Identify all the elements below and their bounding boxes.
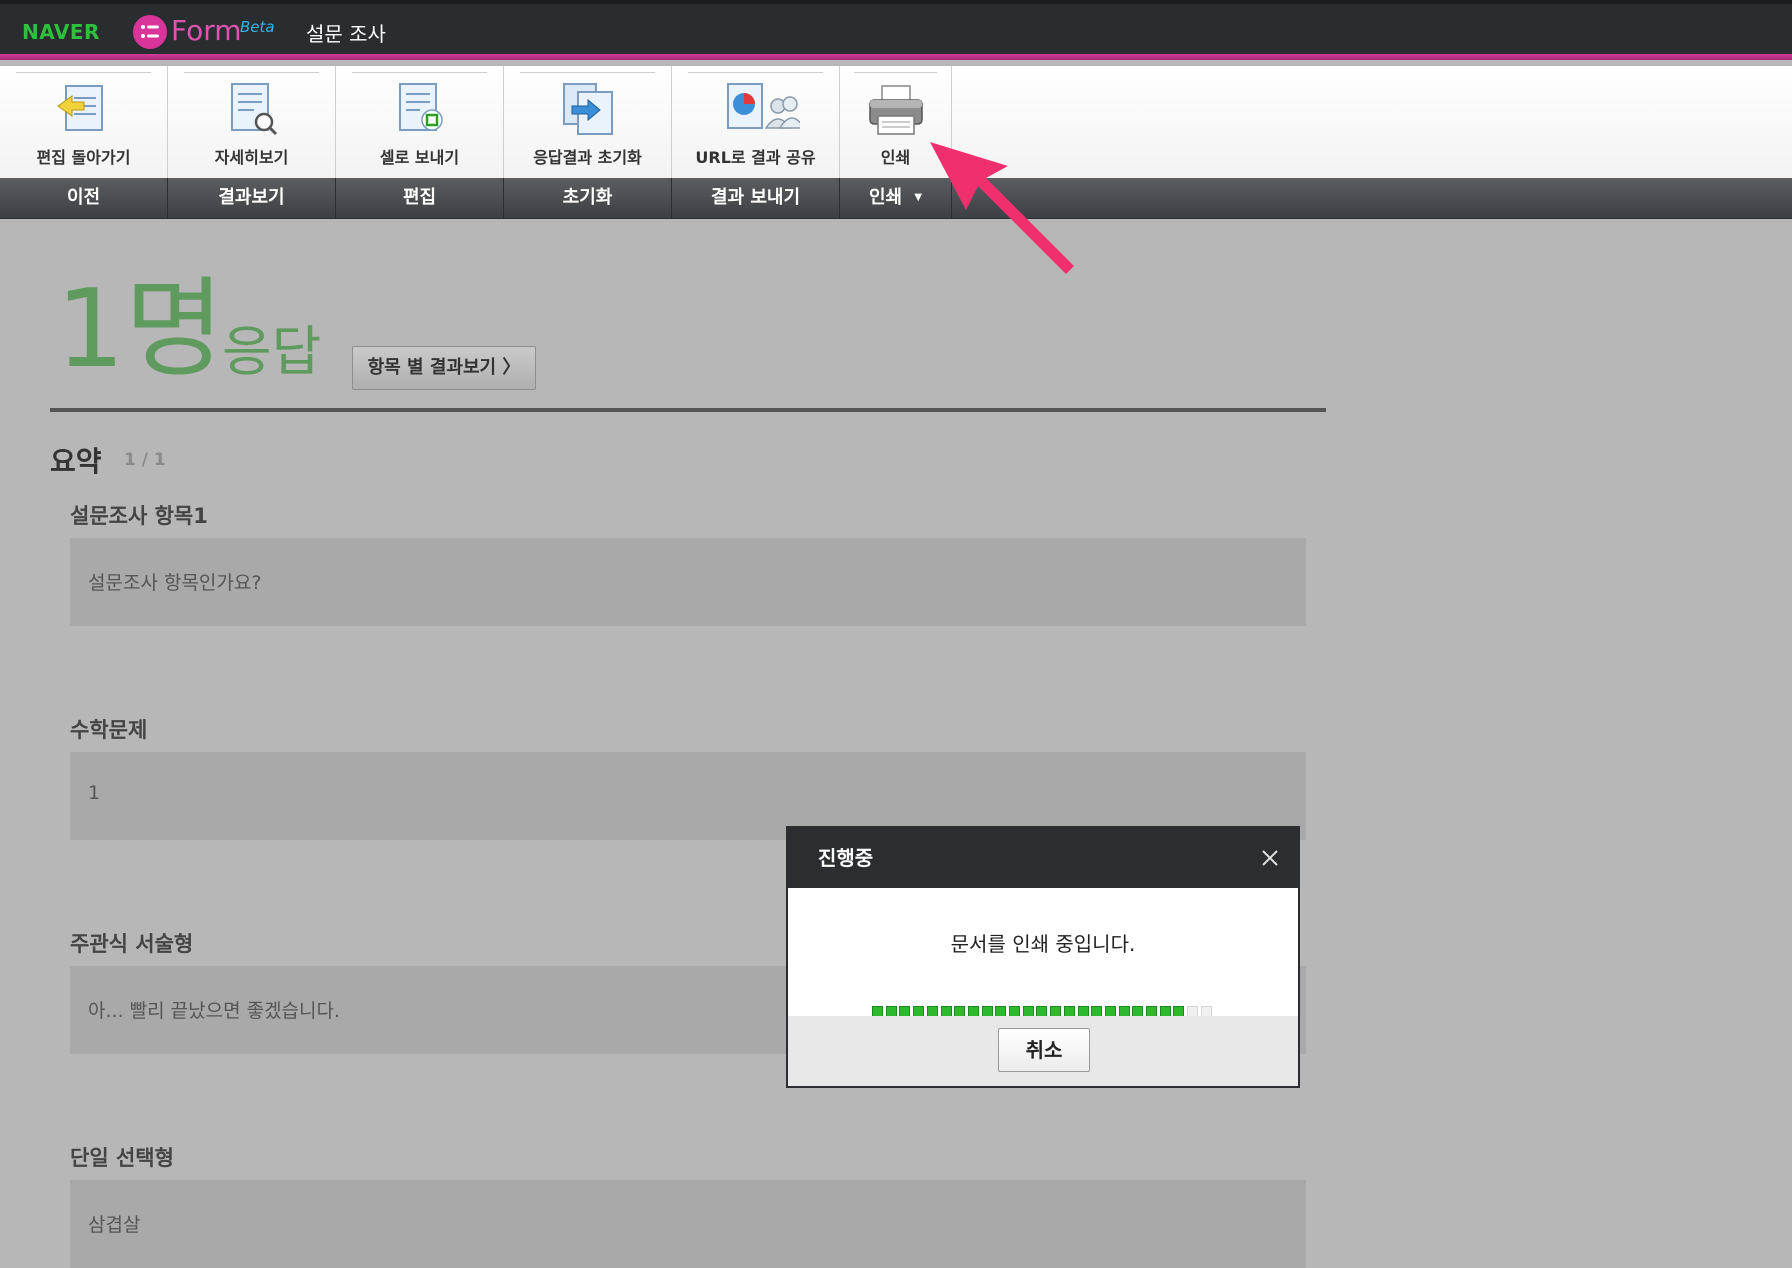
share-url-button[interactable]: URL로 결과 공유 xyxy=(672,66,840,178)
category-results: 결과보기 xyxy=(168,178,336,218)
response-count: 1명 xyxy=(56,267,225,392)
dialog-footer: 취소 xyxy=(788,1016,1298,1086)
tool-label: 응답결과 초기화 xyxy=(533,148,642,167)
category-reset: 초기화 xyxy=(504,178,672,218)
answer-text: 삼겹살 xyxy=(88,1214,141,1236)
header-accent-line xyxy=(0,54,1792,60)
share-url-icon xyxy=(726,83,800,129)
summary-title: 요약 xyxy=(50,445,102,478)
answer-text: 1 xyxy=(88,782,101,804)
reset-results-icon xyxy=(562,83,613,135)
tool-label: 편집 돌아가기 xyxy=(36,148,131,167)
dialog-header: 진행중 xyxy=(788,828,1298,888)
page-title: 설문 조사 xyxy=(306,22,386,46)
tool-label: 자세히보기 xyxy=(214,148,289,167)
category-previous: 이전 xyxy=(0,178,168,218)
detail-view-button[interactable]: 자세히보기 xyxy=(168,66,336,178)
send-to-cell-button[interactable]: 셀로 보내기 xyxy=(336,66,504,178)
category-edit: 편집 xyxy=(336,178,504,218)
detail-view-icon xyxy=(230,83,277,136)
question-title: 설문조사 항목1 xyxy=(70,504,208,528)
tool-label: 셀로 보내기 xyxy=(379,148,460,167)
answer-text: 아... 빨리 끝났으면 좋겠습니다. xyxy=(88,1000,341,1022)
naver-logo[interactable]: NAVER xyxy=(22,20,100,44)
question-title: 단일 선택형 xyxy=(70,1146,174,1170)
back-to-edit-button[interactable]: 편집 돌아가기 xyxy=(0,66,168,178)
form-logo-text[interactable]: Form xyxy=(171,14,242,47)
annotation-arrow-icon xyxy=(930,142,1074,274)
section-divider xyxy=(50,408,1326,412)
dialog-message: 문서를 인쇄 중입니다. xyxy=(950,932,1136,956)
summary-page-indicator: 1 / 1 xyxy=(124,450,166,470)
category-print-label: 인쇄 xyxy=(868,187,903,208)
reset-results-button[interactable]: 응답결과 초기화 xyxy=(504,66,672,178)
question-title: 주관식 서술형 xyxy=(70,932,194,956)
form-logo-icon xyxy=(133,15,167,49)
printer-icon xyxy=(868,85,923,135)
back-to-edit-icon xyxy=(56,85,103,131)
answer-box: 삼겹살 xyxy=(70,1180,1306,1268)
question-title: 수학문제 xyxy=(70,718,148,742)
print-progress-dialog: 진행중 문서를 인쇄 중입니다. 취소 xyxy=(786,826,1300,1088)
answer-text: 설문조사 항목인가요? xyxy=(88,572,262,594)
beta-badge: Beta xyxy=(240,18,275,36)
top-bar: NAVER Form Beta 설문 조사 xyxy=(0,0,1792,60)
response-count-label: 응답 xyxy=(222,320,322,383)
close-icon[interactable] xyxy=(1260,848,1280,868)
tool-label: URL로 결과 공유 xyxy=(695,148,816,167)
category-send-results: 결과 보내기 xyxy=(672,178,840,218)
toolbar: 편집 돌아가기 자세히보기 셀로 보내기 응답결과 초기화 URL로 결과 공유… xyxy=(0,66,1792,178)
answer-box: 설문조사 항목인가요? xyxy=(70,538,1306,626)
cancel-button[interactable]: 취소 xyxy=(998,1028,1090,1072)
send-to-cell-icon xyxy=(398,83,443,131)
dialog-title: 진행중 xyxy=(818,846,874,870)
category-bar: 이전 결과보기 편집 초기화 결과 보내기 인쇄 ▼ xyxy=(0,178,1792,219)
item-results-button[interactable]: 항목 별 결과보기 〉 xyxy=(352,346,536,390)
